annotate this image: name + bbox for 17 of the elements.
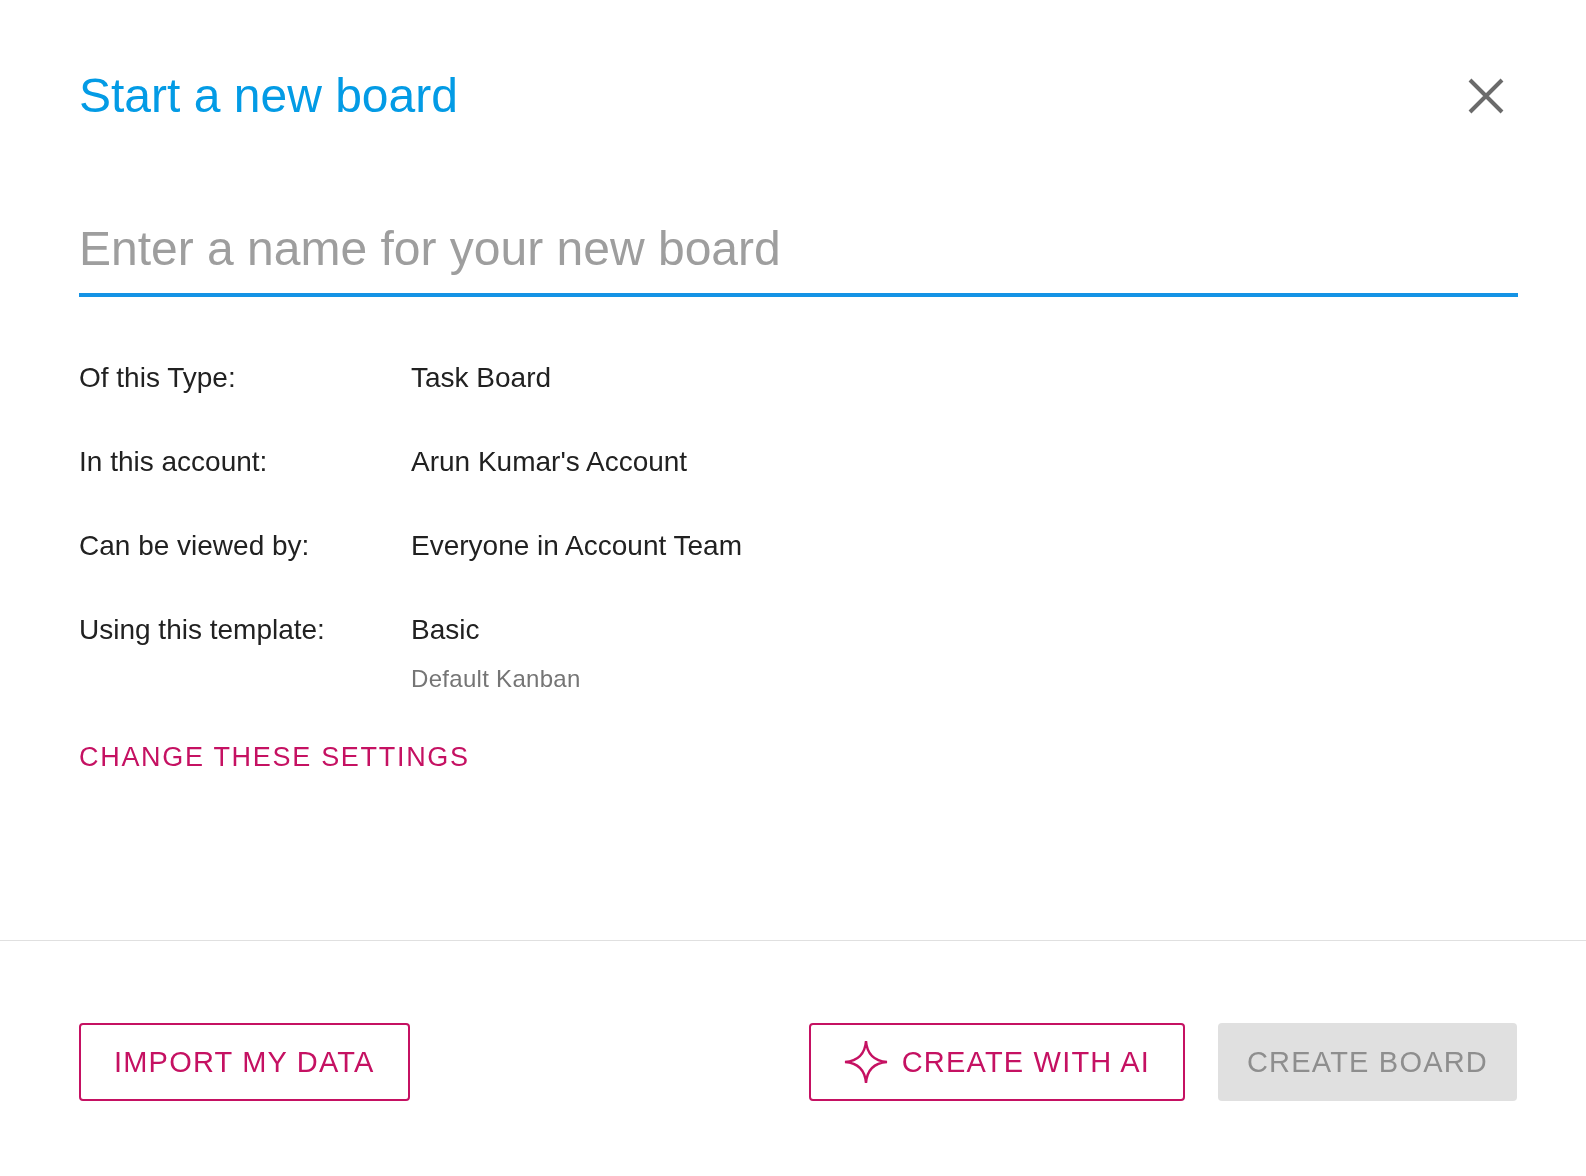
close-icon <box>1468 78 1504 114</box>
close-button[interactable] <box>1468 78 1504 114</box>
template-description: Default Kanban <box>411 665 581 693</box>
setting-label: In this account: <box>79 445 269 479</box>
sparkle-icon <box>843 1040 888 1084</box>
setting-value: Task Board <box>411 361 552 395</box>
create-with-ai-button[interactable]: CREATE WITH AI <box>808 1023 1185 1101</box>
setting-value: Basic <box>411 613 480 647</box>
setting-value: Arun Kumar's Account <box>411 445 688 479</box>
setting-label: Can be viewed by: <box>79 529 311 563</box>
setting-label: Using this template: <box>79 613 326 647</box>
change-settings-link[interactable]: CHANGE THESE SETTINGS <box>79 740 470 774</box>
board-name-field[interactable]: Enter a name for your new board <box>79 218 1518 297</box>
setting-value: Everyone in Account Team <box>411 529 742 563</box>
dialog-title: Start a new board <box>79 68 458 124</box>
import-button[interactable]: IMPORT MY DATA <box>79 1023 410 1101</box>
setting-label: Of this Type: <box>79 361 237 395</box>
